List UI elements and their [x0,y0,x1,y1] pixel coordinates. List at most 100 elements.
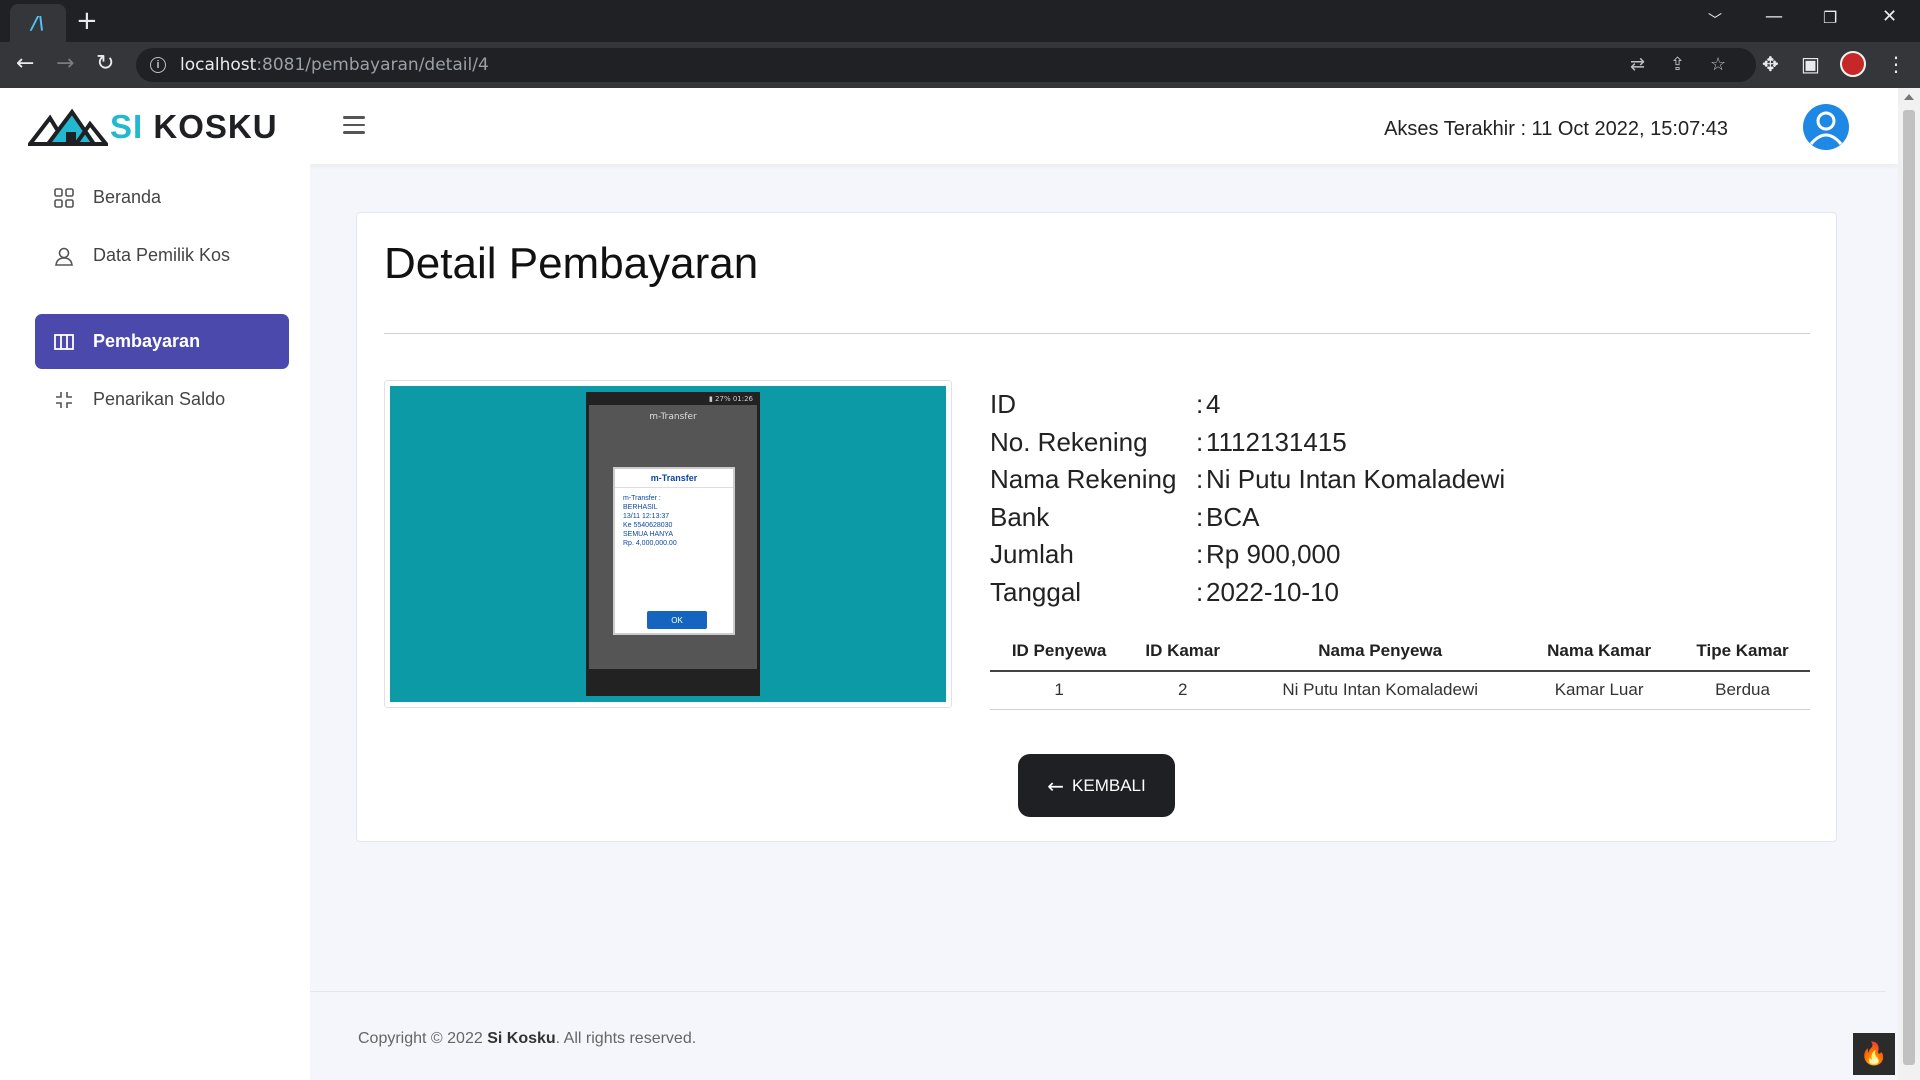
person-icon [53,245,75,267]
column-header: Nama Kamar [1523,631,1676,672]
column-header: ID Kamar [1128,631,1238,672]
detail-value: 1112131415 [1206,426,1347,457]
title-divider [384,333,1810,334]
dialog-line: Rp. 4,000,000.00 [623,540,677,547]
grid-icon [53,187,75,209]
detail-separator: : [1196,389,1204,420]
dialog-line: SEMUA HANYA [623,531,674,538]
close-window-icon[interactable]: ✕ [1882,6,1897,27]
phone-nav-bar [589,669,757,693]
column-header: Tipe Kamar [1675,631,1810,672]
dialog-body: m-Transfer : BERHASIL 13/11 12:13:37 Ke … [615,488,733,554]
share-icon[interactable]: ⇪ [1670,54,1685,75]
table-cell: 2 [1128,671,1238,710]
logo-si: SI [110,108,144,145]
dialog-title: m-Transfer [615,469,733,488]
detail-separator: : [1196,539,1204,570]
flame-icon[interactable]: 🔥 [1853,1033,1895,1075]
sidebar-item-penarikan-saldo[interactable]: Penarikan Saldo [35,372,289,427]
detail-separator: : [1196,576,1204,607]
page-title: Detail Pembayaran [384,239,759,288]
site-info-icon[interactable]: i [150,57,166,73]
table-cell: Ni Putu Intan Komaladewi [1237,671,1524,710]
table-cell: 1 [990,671,1129,710]
arrow-left-icon: ← [1047,773,1065,798]
sidebar-item-label: Beranda [93,187,162,207]
house-logo-icon [28,108,108,146]
browser-menu-icon[interactable]: ⋮ [1886,52,1906,76]
url-text: localhost:8081/pembayaran/detail/4 [180,55,489,75]
detail-value: Rp 900,000 [1206,539,1341,570]
url-host: localhost [180,55,257,75]
phone-status-bar: ▮ 27% 01:26 [589,395,757,405]
scroll-up-icon[interactable] [1904,94,1914,100]
browser-toolbar: ← → ↻ i localhost:8081/pembayaran/detail… [0,42,1920,88]
dialog-line: m-Transfer : [623,495,661,502]
forward-arrow-icon[interactable]: → [56,51,74,76]
browser-profile-avatar[interactable] [1840,51,1866,77]
side-panel-icon[interactable]: ▣ [1801,52,1820,76]
minimize-icon[interactable]: — [1765,6,1783,27]
detail-row-tanggal: Tanggal : 2022-10-10 [990,574,1505,612]
detail-label: ID [990,389,1016,420]
logo-text: SI KOSKU [110,108,278,146]
footer: Copyright © 2022 Si Kosku. All rights re… [358,1030,696,1048]
logo-kosku: KOSKU [153,108,278,145]
browser-tab[interactable]: /\ [10,4,66,42]
dialog-line: 13/11 12:13:37 [623,513,670,520]
favicon-icon: /\ [31,12,45,34]
sidebar-item-data-pemilik-kos[interactable]: Data Pemilik Kos [35,228,289,283]
new-tab-icon[interactable]: + [76,6,98,36]
columns-icon [53,331,75,353]
detail-label: Tanggal [990,576,1082,607]
user-avatar-icon[interactable] [1803,104,1849,150]
browser-tab-strip: /\ + ﹀ — ❐ ✕ [0,0,1920,42]
app-logo[interactable]: SI KOSKU [28,108,278,146]
detail-row-id: ID : 4 [990,386,1505,424]
sidebar-item-beranda[interactable]: Beranda [35,170,289,225]
detail-value: Ni Putu Intan Komaladewi [1206,464,1506,495]
translate-icon[interactable]: ⇄ [1630,54,1645,75]
address-bar[interactable]: i localhost:8081/pembayaran/detail/4 ⇄ ⇪… [136,48,1756,82]
detail-value: 4 [1206,389,1221,420]
table-cell: Berdua [1675,671,1810,710]
url-path: :8081/pembayaran/detail/4 [256,55,489,75]
column-header: ID Penyewa [990,631,1129,672]
detail-row-bank: Bank : BCA [990,499,1505,537]
back-arrow-icon[interactable]: ← [16,51,34,76]
footer-suffix: . All rights reserved. [555,1030,697,1047]
table-header-row: ID Penyewa ID Kamar Nama Penyewa Nama Ka… [990,631,1810,672]
bookmark-star-icon[interactable]: ☆ [1710,54,1726,75]
tab-search-icon[interactable]: ﹀ [1708,10,1722,30]
detail-row-nama-rekening: Nama Rekening : Ni Putu Intan Komaladewi [990,461,1505,499]
scroll-thumb[interactable] [1903,110,1915,1065]
sidebar-item-label: Data Pemilik Kos [93,245,231,265]
last-access-text: Akses Terakhir : 11 Oct 2022, 15:07:43 [1384,118,1728,140]
detail-value: 2022-10-10 [1206,576,1339,607]
app-header: SI KOSKU Akses Terakhir : 11 Oct 2022, 1… [0,88,1898,164]
phone-dialog: m-Transfer m-Transfer : BERHASIL 13/11 1… [613,467,735,635]
detail-label: Nama Rekening [990,464,1177,495]
menu-toggle-icon[interactable] [343,116,365,139]
payment-details: ID : 4 No. Rekening : 1112131415 Nama Re… [990,386,1505,611]
extensions-icon[interactable]: ✥ [1762,52,1779,76]
page-scrollbar[interactable] [1898,88,1920,1080]
dialog-line: BERHASIL [623,504,658,511]
sidebar-item-pembayaran[interactable]: Pembayaran [35,314,289,369]
detail-value: BCA [1206,501,1260,532]
detail-label: No. Rekening [990,426,1148,457]
sidebar: Beranda Data Pemilik Kos Pembayaran Pena… [0,164,310,1080]
detail-row-no-rekening: No. Rekening : 1112131415 [990,424,1505,462]
table-row: 1 2 Ni Putu Intan Komaladewi Kamar Luar … [990,671,1810,710]
detail-card: Detail Pembayaran ▮ 27% 01:26 m-Transfer… [356,212,1837,842]
footer-brand: Si Kosku [487,1030,556,1047]
table-cell: Kamar Luar [1523,671,1676,710]
back-button[interactable]: ← KEMBALI [1018,754,1175,817]
detail-label: Bank [990,501,1050,532]
footer-divider [310,991,1886,992]
detail-separator: : [1196,464,1204,495]
reload-icon[interactable]: ↻ [96,51,114,76]
column-header: Nama Penyewa [1237,631,1524,672]
restore-icon[interactable]: ❐ [1823,8,1837,27]
transfer-screenshot: ▮ 27% 01:26 m-Transfer m-Transfer m-Tran… [390,386,946,702]
